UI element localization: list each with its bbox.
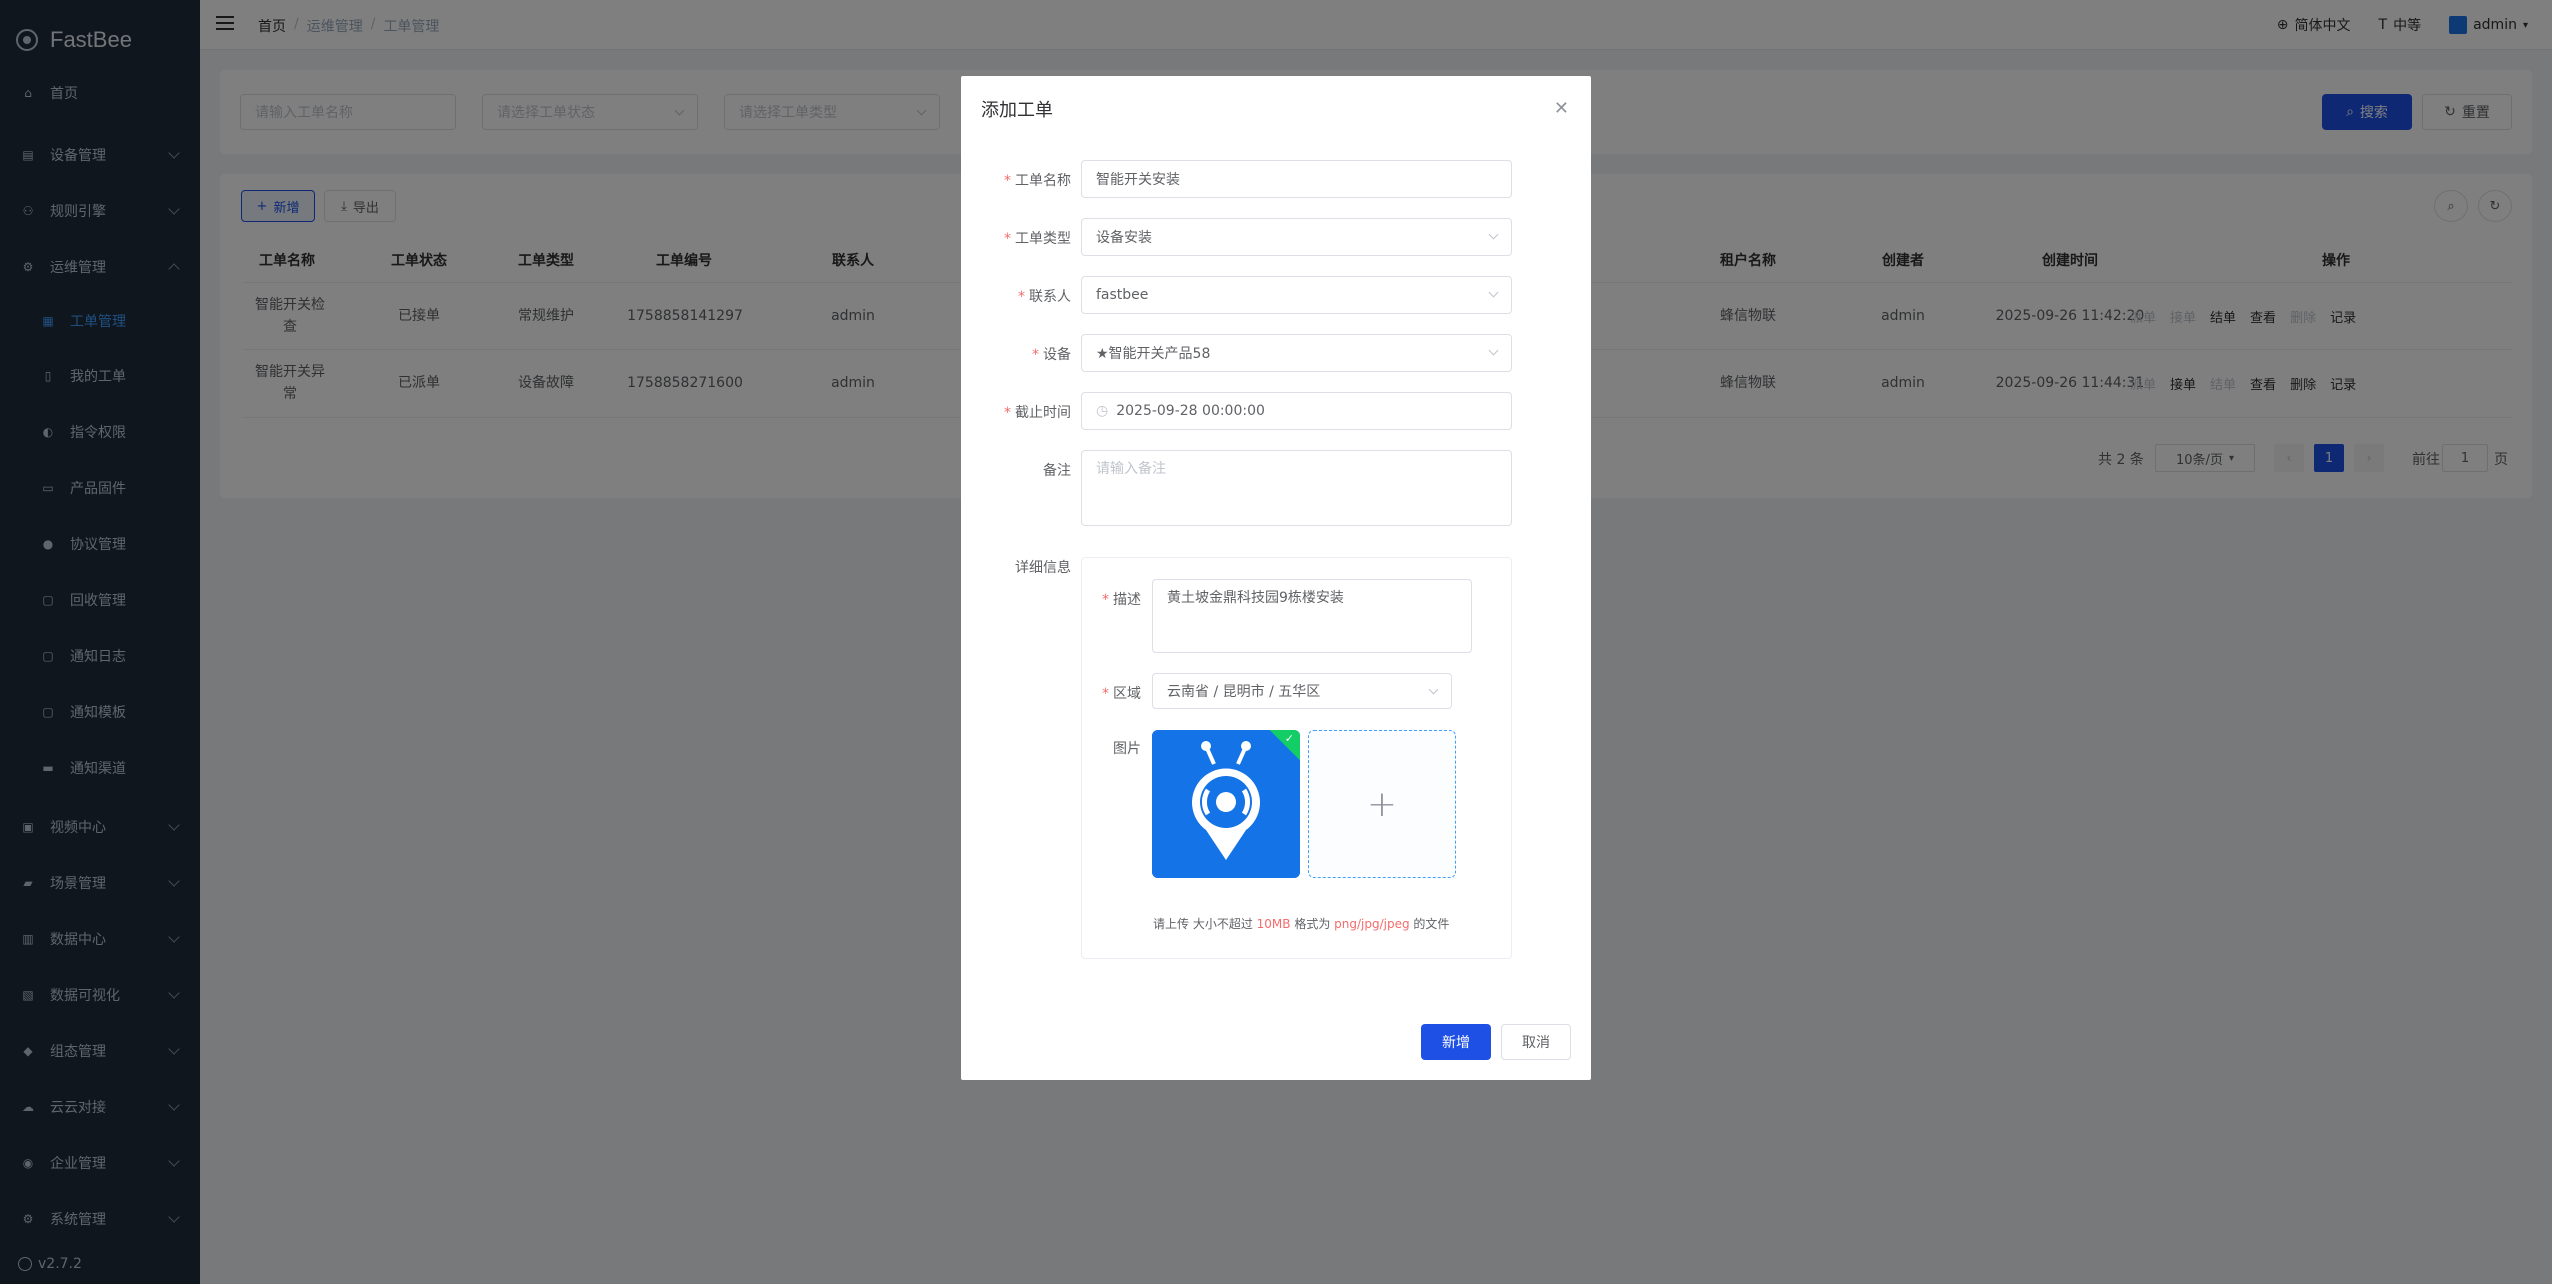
close-icon[interactable]: ✕ [1554, 98, 1569, 119]
upload-add-button[interactable]: + [1308, 730, 1456, 878]
label-name: * 工单名称 [1004, 173, 1071, 189]
order-name-field[interactable]: 智能开关安装 [1081, 160, 1512, 198]
remark-textarea[interactable]: 请输入备注 [1081, 450, 1512, 526]
check-icon: ✓ [1284, 732, 1294, 745]
label-contact: * 联系人 [1018, 289, 1071, 305]
deadline-picker[interactable]: ◷ 2025-09-28 00:00:00 [1081, 392, 1512, 430]
label-detail: 详细信息 [1015, 560, 1071, 576]
label-device: * 设备 [1032, 347, 1071, 363]
desc-textarea[interactable]: 黄土坡金鼎科技园9栋楼安装 [1152, 579, 1472, 653]
submit-button[interactable]: 新增 [1421, 1024, 1491, 1060]
chevron-down-icon [1428, 684, 1439, 695]
fastbee-logo-icon [1152, 730, 1300, 878]
dialog-title: 添加工单 [981, 100, 1053, 121]
order-type-select[interactable]: 设备安装 [1081, 218, 1512, 256]
chevron-down-icon [1488, 229, 1499, 240]
plus-icon: + [1366, 783, 1398, 825]
clock-icon: ◷ [1096, 403, 1109, 419]
upload-tip: 请上传 大小不超过 10MB 格式为 png/jpg/jpeg 的文件 [1153, 917, 1450, 931]
chevron-down-icon [1488, 287, 1499, 298]
label-deadline: * 截止时间 [1004, 405, 1071, 421]
label-type: * 工单类型 [1004, 231, 1071, 247]
cancel-button[interactable]: 取消 [1501, 1024, 1571, 1060]
uploaded-image[interactable]: ✓ [1152, 730, 1300, 878]
add-workorder-dialog: 添加工单 ✕ * 工单名称 智能开关安装 * 工单类型 设备安装 * 联系人 fast… [961, 76, 1591, 1080]
label-image: 图片 [1113, 741, 1141, 757]
contact-select[interactable]: fastbee [1081, 276, 1512, 314]
chevron-down-icon [1488, 345, 1499, 356]
label-region: * 区域 [1102, 686, 1141, 702]
region-cascader[interactable]: 云南省 / 昆明市 / 五华区 [1152, 673, 1452, 709]
label-remark: 备注 [1043, 463, 1071, 479]
label-desc: * 描述 [1102, 592, 1141, 608]
device-select[interactable]: ★智能开关产品58 [1081, 334, 1512, 372]
